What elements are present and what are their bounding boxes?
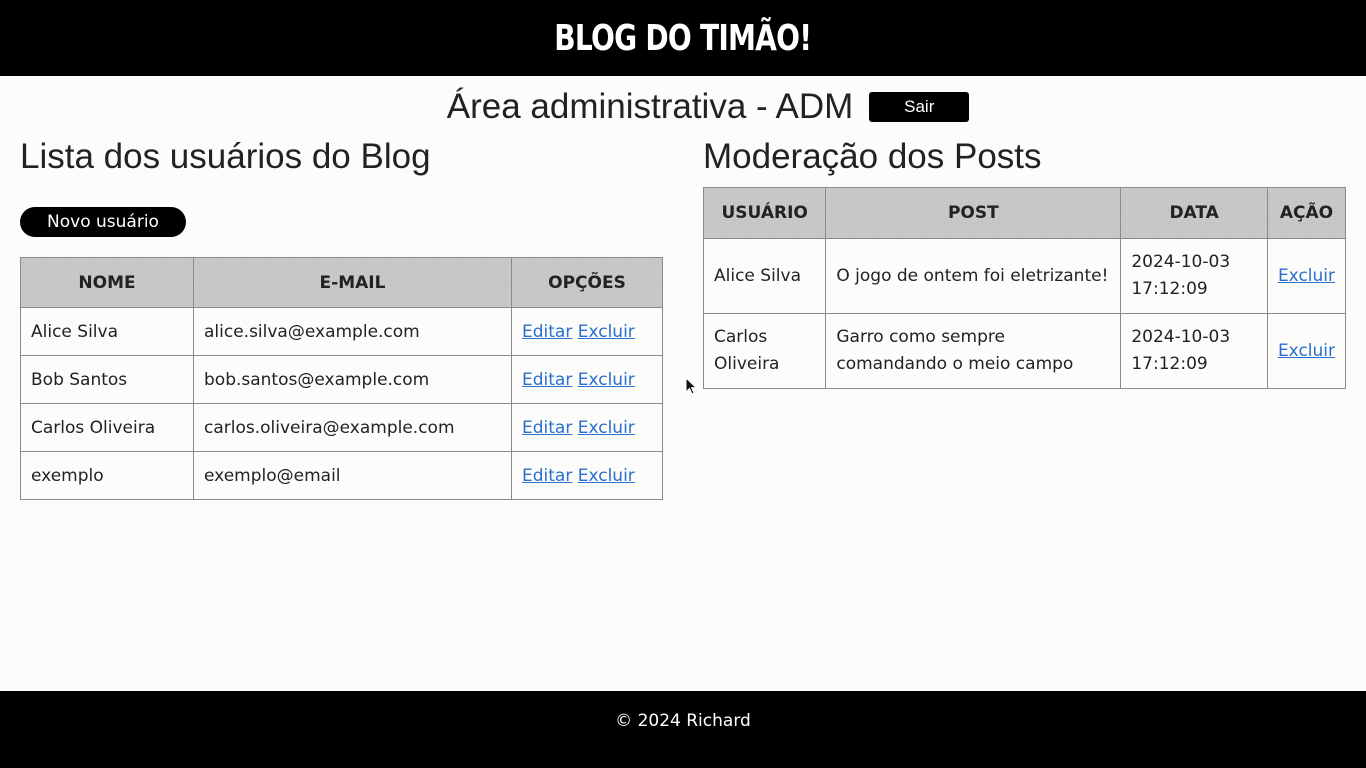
delete-user-link[interactable]: Excluir: [578, 466, 635, 486]
user-options-cell: Editar Excluir: [511, 403, 663, 452]
user-name-cell: Carlos Oliveira: [20, 403, 194, 452]
delete-user-link[interactable]: Excluir: [578, 418, 635, 438]
delete-user-link[interactable]: Excluir: [578, 322, 635, 342]
page-title: Área administrativa - ADM: [446, 87, 854, 126]
post-text-cell: Garro como sempre comandando o meio camp…: [825, 313, 1122, 389]
post-date-cell: 2024-10-03 17:12:09: [1120, 313, 1268, 389]
column-header-acao: AÇÃO: [1266, 187, 1347, 239]
table-row: Alice Silva O jogo de ontem foi eletriza…: [702, 238, 1347, 314]
column-header-email: E-MAIL: [193, 257, 512, 308]
column-header-nome: NOME: [20, 257, 194, 308]
user-email-cell: carlos.oliveira@example.com: [193, 403, 512, 452]
users-section-title: Lista dos usuários do Blog: [20, 137, 431, 176]
post-action-cell: Excluir: [1266, 238, 1347, 314]
table-row: Alice Silva alice.silva@example.com Edit…: [20, 307, 663, 356]
mouse-pointer-icon: [685, 377, 698, 395]
post-user-cell: Carlos Oliveira: [702, 313, 827, 389]
user-options-cell: Editar Excluir: [511, 451, 663, 500]
user-email-cell: alice.silva@example.com: [193, 307, 512, 356]
post-text-cell: O jogo de ontem foi eletrizante!: [825, 238, 1122, 314]
column-header-post: POST: [825, 187, 1122, 239]
post-user-cell: Alice Silva: [702, 238, 827, 314]
user-name-cell: Alice Silva: [20, 307, 194, 356]
site-header: BLOG DO TIMÃO!: [0, 0, 1366, 76]
column-header-opcoes: OPÇÕES: [511, 257, 663, 308]
admin-header: Área administrativa - ADM Sair: [0, 84, 1366, 130]
delete-post-link[interactable]: Excluir: [1278, 266, 1335, 286]
user-options-cell: Editar Excluir: [511, 355, 663, 404]
edit-user-link[interactable]: Editar: [522, 322, 572, 342]
edit-user-link[interactable]: Editar: [522, 418, 572, 438]
post-date-cell: 2024-10-03 17:12:09: [1120, 238, 1268, 314]
site-footer: © 2024 Richard: [0, 691, 1366, 768]
table-row: Carlos Oliveira carlos.oliveira@example.…: [20, 403, 663, 452]
user-email-cell: exemplo@email: [193, 451, 512, 500]
posts-section-title: Moderação dos Posts: [703, 137, 1042, 176]
edit-user-link[interactable]: Editar: [522, 466, 572, 486]
logout-button[interactable]: Sair: [869, 92, 970, 122]
posts-table: USUÁRIO POST DATA AÇÃO Alice Silva O jog…: [702, 187, 1347, 389]
user-name-cell: Bob Santos: [20, 355, 194, 404]
table-header-row: USUÁRIO POST DATA AÇÃO: [702, 187, 1347, 239]
post-action-cell: Excluir: [1266, 313, 1347, 389]
delete-post-link[interactable]: Excluir: [1278, 341, 1335, 361]
column-header-usuario: USUÁRIO: [702, 187, 827, 239]
new-user-button[interactable]: Novo usuário: [20, 207, 186, 237]
users-table: NOME E-MAIL OPÇÕES Alice Silva alice.sil…: [20, 257, 663, 500]
site-logo: BLOG DO TIMÃO!: [554, 17, 813, 59]
edit-user-link[interactable]: Editar: [522, 370, 572, 390]
table-row: Bob Santos bob.santos@example.com Editar…: [20, 355, 663, 404]
user-options-cell: Editar Excluir: [511, 307, 663, 356]
user-email-cell: bob.santos@example.com: [193, 355, 512, 404]
footer-copyright: © 2024 Richard: [615, 711, 751, 731]
column-header-data: DATA: [1120, 187, 1268, 239]
user-name-cell: exemplo: [20, 451, 194, 500]
table-row: Carlos Oliveira Garro como sempre comand…: [702, 313, 1347, 389]
table-header-row: NOME E-MAIL OPÇÕES: [20, 257, 663, 308]
delete-user-link[interactable]: Excluir: [578, 370, 635, 390]
table-row: exemplo exemplo@email Editar Excluir: [20, 451, 663, 500]
